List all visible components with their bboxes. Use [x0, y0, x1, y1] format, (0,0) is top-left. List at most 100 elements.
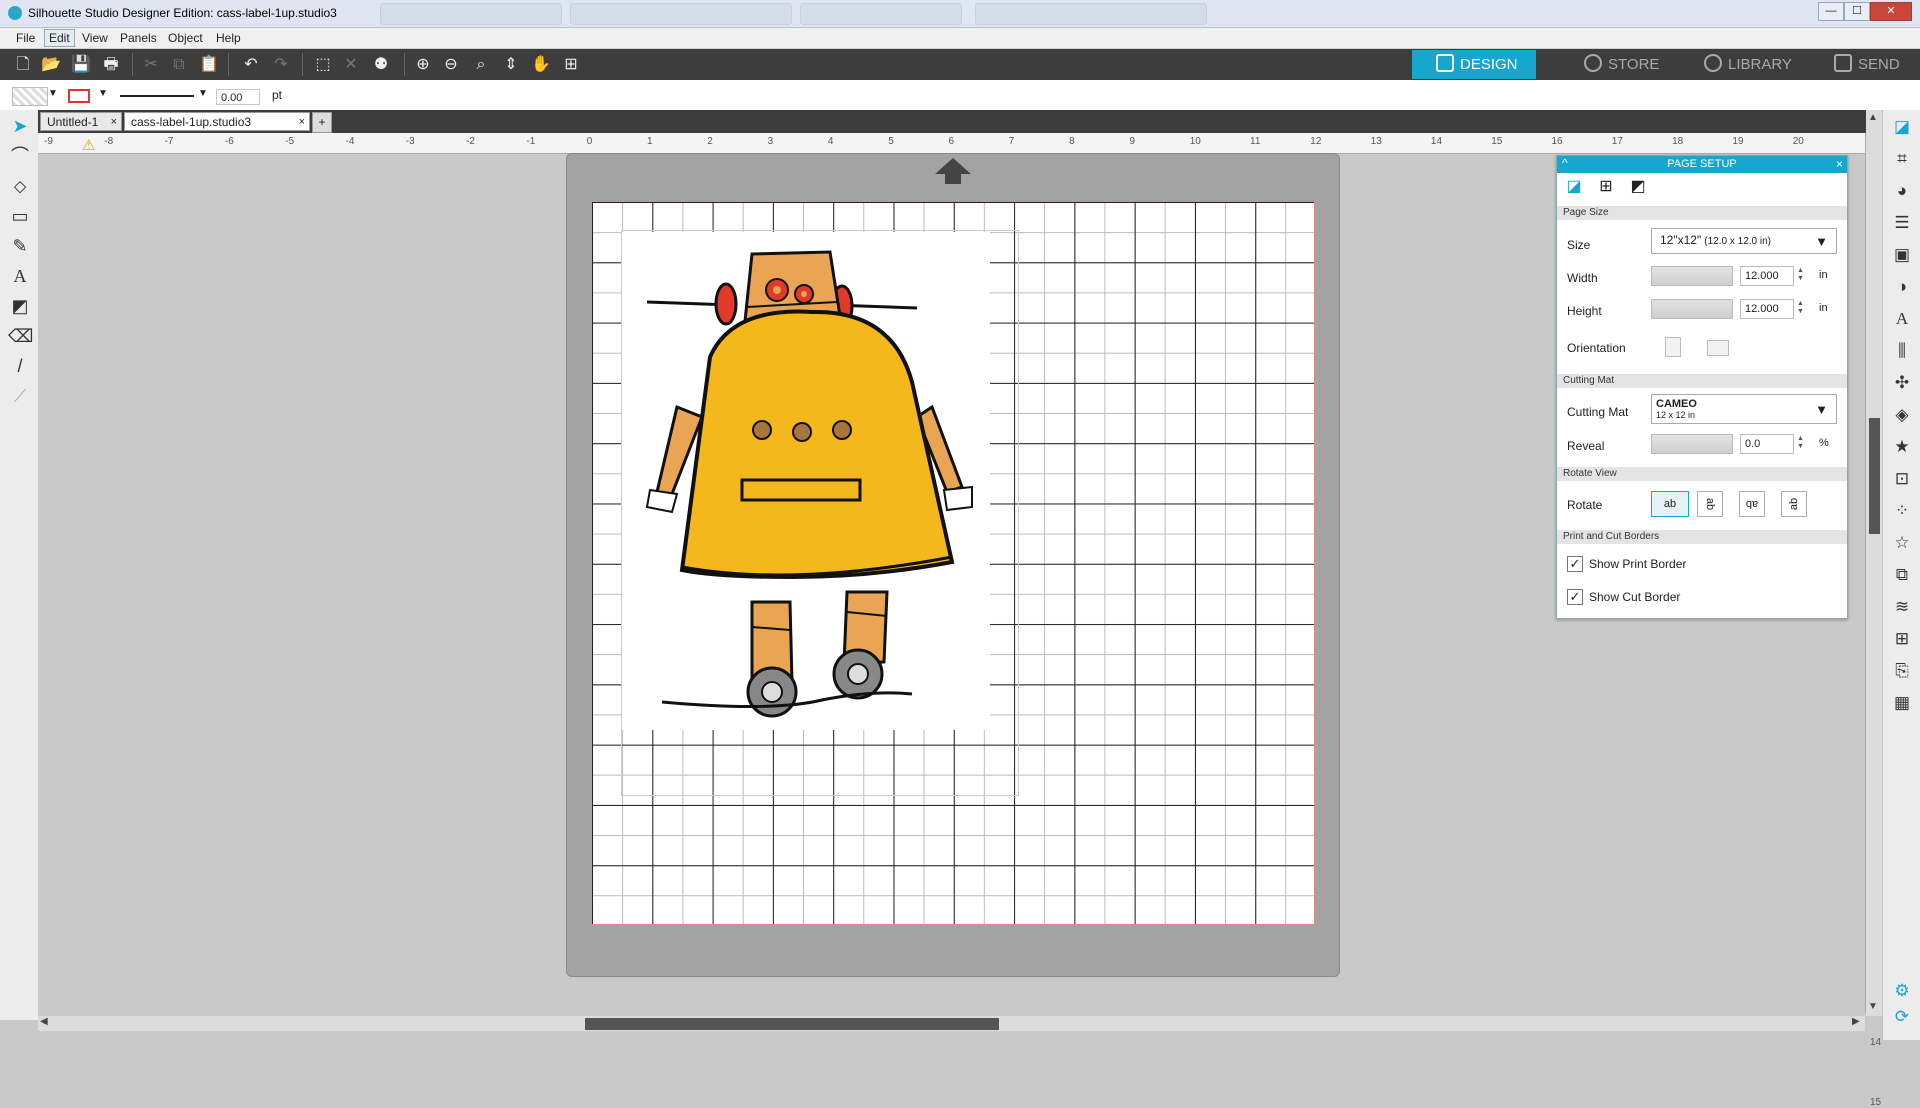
copy-icon[interactable]: ⧉	[168, 54, 190, 76]
scroll-up-arrow-icon[interactable]: ▲	[1868, 112, 1878, 123]
knife-icon[interactable]: /	[8, 354, 32, 378]
line-style-icon[interactable]: ☰	[1891, 212, 1913, 234]
point-edit-icon[interactable]: ⬦	[8, 174, 32, 198]
doc-tab-untitled[interactable]: Untitled-1 ×	[40, 112, 122, 131]
width-input[interactable]: 12.000	[1740, 266, 1794, 286]
sketch-icon[interactable]: ≋	[1891, 596, 1913, 618]
menu-object[interactable]: Object	[164, 31, 207, 45]
book-icon[interactable]: ⎘	[1891, 660, 1913, 682]
scroll-left-arrow-icon[interactable]: ◀	[40, 1016, 48, 1027]
zoom-in-icon[interactable]: ⊕	[412, 54, 434, 76]
line-weight-input[interactable]: 0.00	[216, 89, 260, 105]
tab-send[interactable]: SEND	[1810, 50, 1920, 79]
width-slider[interactable]	[1651, 266, 1733, 286]
height-spinner-icon[interactable]: ▲ ▼	[1797, 300, 1804, 316]
undo-icon[interactable]: ↶	[240, 54, 262, 76]
settings-gear-icon[interactable]: ⚙	[1891, 980, 1913, 1002]
collapse-icon[interactable]: ^	[1562, 155, 1568, 172]
menu-help[interactable]: Help	[212, 31, 245, 45]
refresh-icon[interactable]: ⟳	[1891, 1006, 1913, 1028]
line-color-swatch[interactable]	[68, 89, 90, 103]
modify-icon[interactable]: ◈	[1891, 404, 1913, 426]
star-outline-icon[interactable]: ☆	[1891, 532, 1913, 554]
height-input[interactable]: 12.000	[1740, 299, 1794, 319]
deselect-icon[interactable]: ✕	[340, 54, 362, 76]
show-cut-border-checkbox[interactable]: ✓	[1567, 589, 1583, 605]
pan-hand-icon[interactable]: ✋	[530, 54, 552, 76]
fit-to-page-icon[interactable]: ⊞	[560, 54, 582, 76]
image-effects-icon[interactable]: ▣	[1891, 244, 1913, 266]
scroll-right-arrow-icon[interactable]: ▶	[1852, 1016, 1860, 1027]
menu-view[interactable]: View	[78, 31, 112, 45]
open-folder-icon[interactable]: 📂	[40, 54, 62, 76]
menu-panels[interactable]: Panels	[116, 31, 161, 45]
trace-icon[interactable]: ⚉	[370, 54, 392, 76]
cutting-mat-dropdown[interactable]: CAMEO 12 x 12 in ▼	[1651, 394, 1837, 424]
horizontal-scroll-thumb[interactable]	[585, 1018, 999, 1030]
menu-edit[interactable]: Edit	[44, 29, 75, 47]
rotate-90-button[interactable]: ab	[1697, 491, 1723, 517]
fill-swatch[interactable]	[12, 87, 48, 106]
scroll-down-arrow-icon[interactable]: ▼	[1868, 1001, 1878, 1012]
save-icon[interactable]: 💾	[70, 54, 92, 76]
close-button[interactable]: ✕	[1870, 2, 1912, 21]
fill-dropdown-arrow-icon[interactable]: ▼	[48, 88, 58, 99]
redo-icon[interactable]: ↷	[270, 54, 292, 76]
line-style-dropdown-arrow-icon[interactable]: ▼	[198, 88, 208, 99]
tab-design[interactable]: DESIGN	[1412, 50, 1536, 79]
tab-store[interactable]: STORE	[1560, 50, 1670, 79]
pencil-icon[interactable]: ✎	[8, 234, 32, 258]
vertical-scroll-thumb[interactable]	[1869, 418, 1880, 534]
text-tool-icon[interactable]: A	[8, 264, 32, 288]
maximize-button[interactable]: ☐	[1844, 2, 1870, 21]
page-setup-icon[interactable]: ◪	[1891, 116, 1913, 138]
new-tab-button[interactable]: +	[312, 112, 332, 133]
replicate-icon[interactable]: ✣	[1891, 372, 1913, 394]
layers-icon[interactable]: ⧉	[1891, 564, 1913, 586]
trace-panel-icon[interactable]: ⊡	[1891, 468, 1913, 490]
bezier-curve-icon[interactable]: ⌒	[8, 144, 32, 168]
pixscan-icon[interactable]: ⌗	[1891, 148, 1913, 170]
page-size-tab-icon[interactable]: ◪	[1563, 176, 1585, 198]
fill-color-palette-icon[interactable]: ◕	[1891, 180, 1913, 202]
map-icon[interactable]: ▦	[1891, 692, 1913, 714]
rectangle-tool-icon[interactable]: ▭	[8, 204, 32, 228]
contrast-icon[interactable]: ◑	[1891, 276, 1913, 298]
zoom-out-icon[interactable]: ⊖	[440, 54, 462, 76]
width-spinner-icon[interactable]: ▲ ▼	[1797, 267, 1804, 283]
show-print-border-checkbox[interactable]: ✓	[1567, 556, 1583, 572]
align-icon[interactable]: ⫼	[1891, 340, 1913, 362]
menu-file[interactable]: File	[12, 31, 39, 45]
robot-image[interactable]	[622, 232, 990, 730]
line-color-dropdown-arrow-icon[interactable]: ▼	[98, 88, 108, 99]
doc-tab-cass-label[interactable]: cass-label-1up.studio3 ×	[124, 112, 310, 131]
rotate-180-button[interactable]: ab	[1739, 491, 1765, 517]
dots-pattern-icon[interactable]: ⁘	[1891, 500, 1913, 522]
size-dropdown[interactable]: 12"x12" (12.0 x 12.0 in) ▼	[1651, 228, 1837, 254]
reveal-input[interactable]: 0.0	[1740, 434, 1794, 454]
cut-icon[interactable]: ✂	[140, 54, 162, 76]
new-document-icon[interactable]: 🗋	[12, 54, 34, 76]
reveal-spinner-icon[interactable]: ▲ ▼	[1797, 435, 1804, 451]
offset-star-icon[interactable]: ★	[1891, 436, 1913, 458]
text-style-icon[interactable]: A	[1891, 308, 1913, 330]
tab-close-icon[interactable]: ×	[111, 113, 117, 132]
line-style-preview[interactable]	[120, 95, 194, 97]
tab-close-icon[interactable]: ×	[299, 113, 305, 132]
panel-close-icon[interactable]: ×	[1836, 156, 1843, 173]
vertical-scrollbar[interactable]	[1866, 110, 1882, 1016]
print-icon[interactable]: 🖶	[100, 54, 122, 76]
reveal-slider[interactable]	[1651, 434, 1733, 454]
tab-library[interactable]: LIBRARY	[1680, 50, 1792, 79]
fill-bucket-icon[interactable]: ◩	[8, 294, 32, 318]
height-slider[interactable]	[1651, 299, 1733, 319]
rotate-0-button[interactable]: ab	[1651, 491, 1689, 517]
registration-tab-icon[interactable]: ◩	[1627, 176, 1649, 198]
paste-icon[interactable]: 📋	[198, 54, 220, 76]
rotate-270-button[interactable]: ab	[1781, 491, 1807, 517]
eyedropper-icon[interactable]: ⟋	[8, 384, 32, 408]
eraser-icon[interactable]: ⌫	[8, 324, 33, 348]
minimize-button[interactable]: —	[1818, 2, 1844, 21]
library-grid-icon[interactable]: ⊞	[1891, 628, 1913, 650]
portrait-orientation-icon[interactable]	[1665, 337, 1681, 357]
